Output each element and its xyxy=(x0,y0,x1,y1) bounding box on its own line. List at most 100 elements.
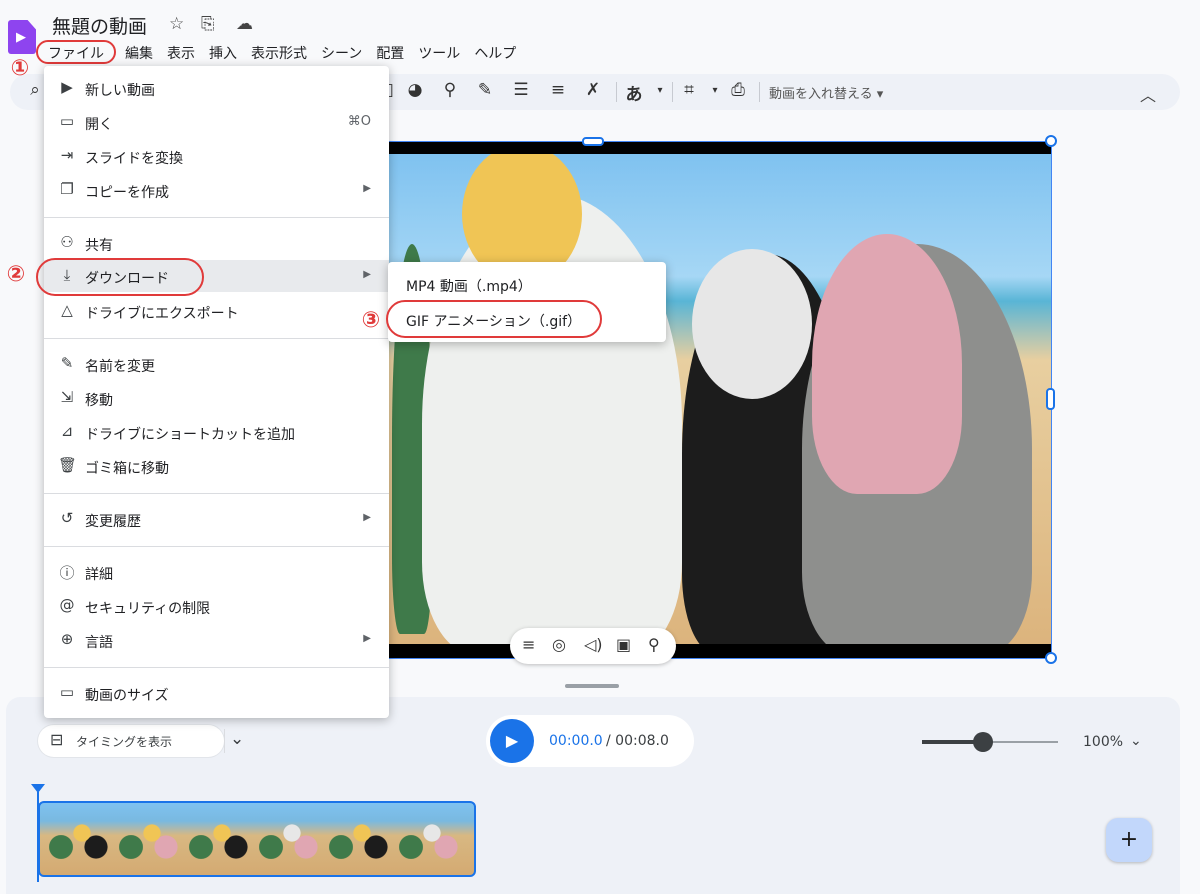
annotation-highlight-gif xyxy=(386,300,602,338)
menu-item-export-drive[interactable]: △ ドライブにエクスポート xyxy=(44,295,389,327)
palette-icon[interactable]: ◕ xyxy=(404,80,426,100)
total-time: / 00:08.0 xyxy=(606,733,669,749)
menu-format[interactable]: 表示形式 xyxy=(244,40,314,64)
submenu-arrow-icon: ▶ xyxy=(363,633,371,644)
menu-tools[interactable]: ツール xyxy=(411,40,467,64)
menu-item-trash[interactable]: 🗑 ゴミ箱に移動 xyxy=(44,450,389,482)
zoom-level[interactable]: 100% xyxy=(1083,734,1123,750)
menu-help[interactable]: ヘルプ xyxy=(467,40,523,64)
chevron-down-icon[interactable]: ▾ xyxy=(704,85,726,96)
resize-handle[interactable] xyxy=(1045,652,1057,664)
menu-item-language[interactable]: ⊕ 言語 ▶ xyxy=(44,624,389,656)
panel-drag-handle[interactable] xyxy=(565,684,619,688)
collapse-toolbar-icon[interactable]: ︿ xyxy=(1140,82,1156,106)
clear-format-icon[interactable]: ✗ xyxy=(582,80,604,100)
playhead-line xyxy=(37,792,39,882)
cloud-status-icon[interactable]: ☁ xyxy=(236,14,253,34)
menubar: ファイル 編集 表示 挿入 表示形式 シーン 配置 ツール ヘルプ xyxy=(36,40,523,64)
menu-file[interactable]: ファイル xyxy=(36,40,116,64)
clip-thumbnail xyxy=(180,805,250,875)
media-settings-icon[interactable]: ▣ xyxy=(616,635,631,654)
person-hair xyxy=(812,234,962,494)
move-folder-icon: ⇲ xyxy=(60,388,74,406)
import-icon: ⇥ xyxy=(60,146,74,164)
star-icon[interactable]: ☆ xyxy=(169,14,184,34)
resize-handle[interactable] xyxy=(582,137,604,146)
crop-icon[interactable]: ⌗ xyxy=(678,80,700,100)
menu-insert[interactable]: 挿入 xyxy=(202,40,244,64)
menu-view[interactable]: 表示 xyxy=(160,40,202,64)
zoom-slider-knob[interactable] xyxy=(973,732,993,752)
menu-item-version-history[interactable]: ↺ 変更履歴 ▶ xyxy=(44,503,389,535)
menu-item-label: 名前を変更 xyxy=(85,359,155,375)
reset-image-icon[interactable]: ⎙ xyxy=(727,80,749,100)
move-to-folder-icon[interactable]: ⎘ xyxy=(201,14,215,34)
pen-icon[interactable]: ✎ xyxy=(474,80,496,100)
vids-logo-icon[interactable]: ▶ xyxy=(8,20,36,54)
timeline-clip[interactable] xyxy=(38,801,476,877)
menu-item-new-video[interactable]: ▶ 新しい動画 xyxy=(44,72,389,104)
menu-item-video-size[interactable]: ▭ 動画のサイズ xyxy=(44,677,389,709)
menu-divider xyxy=(44,217,389,218)
menu-item-label: 詳細 xyxy=(85,567,113,583)
menu-scene[interactable]: シーン xyxy=(314,40,369,64)
menu-item-label: 共有 xyxy=(85,238,113,254)
clip-thumbnail xyxy=(250,805,320,875)
chevron-down-icon[interactable]: ▾ xyxy=(649,85,671,96)
annotation-step-1: ① xyxy=(10,56,30,81)
border-weight-icon[interactable]: ☰ xyxy=(510,80,532,100)
paint-format-icon[interactable]: ⚲ xyxy=(439,80,461,100)
volume-icon[interactable]: ◁) xyxy=(584,635,603,654)
menu-item-make-copy[interactable]: ❐ コピーを作成 ▶ xyxy=(44,174,389,206)
play-button[interactable]: ▶ xyxy=(490,719,534,763)
animation-icon[interactable]: ◎ xyxy=(552,635,566,654)
download-mp4-option[interactable]: MP4 動画（.mp4） xyxy=(406,276,532,296)
history-icon: ↺ xyxy=(60,509,74,527)
clip-thumbnail xyxy=(320,805,390,875)
menu-item-label: 動画のサイズ xyxy=(85,688,169,704)
text-style-icon[interactable]: あ xyxy=(623,80,645,105)
menu-item-rename[interactable]: ✎ 名前を変更 xyxy=(44,348,389,380)
menu-item-add-shortcut[interactable]: ⊿ ドライブにショートカットを追加 xyxy=(44,416,389,448)
copy-icon: ❐ xyxy=(60,180,74,198)
menu-item-label: ドライブにエクスポート xyxy=(85,306,239,322)
menu-item-label: ゴミ箱に移動 xyxy=(85,461,169,477)
menu-item-share[interactable]: ⚇ 共有 xyxy=(44,227,389,259)
person-hair xyxy=(692,249,812,399)
add-scene-button[interactable]: + xyxy=(1106,818,1152,862)
new-video-icon: ▶ xyxy=(61,78,73,96)
menu-item-move[interactable]: ⇲ 移動 xyxy=(44,382,389,414)
timing-label: タイミングを表示 xyxy=(76,735,173,749)
document-title[interactable]: 無題の動画 xyxy=(52,12,147,39)
menu-item-security[interactable]: @ セキュリティの制限 xyxy=(44,590,389,622)
timing-toggle-button[interactable]: ⊟ タイミングを表示 ⌄ xyxy=(38,725,244,757)
button-divider xyxy=(224,729,225,753)
current-time: 00:00.0 xyxy=(549,733,603,749)
resize-handle[interactable] xyxy=(1046,388,1055,410)
trash-icon: 🗑 xyxy=(58,456,78,474)
clip-thumbnail xyxy=(110,805,180,875)
menu-arrange[interactable]: 配置 xyxy=(369,40,411,64)
globe-icon: ⊕ xyxy=(60,630,74,648)
menu-item-details[interactable]: ⓘ 詳細 xyxy=(44,556,389,588)
shortcut-label: ⌘O xyxy=(347,114,371,129)
menu-edit[interactable]: 編集 xyxy=(118,40,160,64)
floating-toolbar: ≡ ◎ ◁) ▣ ⚲ xyxy=(510,628,676,664)
paint-format-icon[interactable]: ⚲ xyxy=(648,635,660,654)
menu-item-label: 移動 xyxy=(85,393,113,409)
text-options-icon[interactable]: ≡ xyxy=(522,635,535,654)
security-icon: @ xyxy=(59,596,75,614)
menu-item-open[interactable]: ▭ 開く ⌘O xyxy=(44,106,389,138)
menu-item-convert-slides[interactable]: ⇥ スライドを変換 xyxy=(44,140,389,172)
border-dash-icon[interactable]: ≡ xyxy=(547,80,569,100)
video-canvas[interactable] xyxy=(380,141,1052,659)
chevron-down-icon[interactable]: ⌄ xyxy=(1130,733,1142,749)
resize-handle[interactable] xyxy=(1045,135,1057,147)
replace-video-label: 動画を入れ替える xyxy=(769,87,873,102)
timing-icon: ⊟ xyxy=(50,730,64,749)
chevron-down-icon[interactable]: ⌄ xyxy=(230,729,244,749)
folder-icon: ▭ xyxy=(59,112,75,130)
file-menu: ▶ 新しい動画 ▭ 開く ⌘O ⇥ スライドを変換 ❐ コピーを作成 ▶ ⚇ 共有 ⤓ ダウンロ… xyxy=(44,66,389,718)
replace-video-button[interactable]: 動画を入れ替える ▾ xyxy=(769,83,883,102)
search-menus-icon[interactable]: ⌕ xyxy=(24,80,46,100)
